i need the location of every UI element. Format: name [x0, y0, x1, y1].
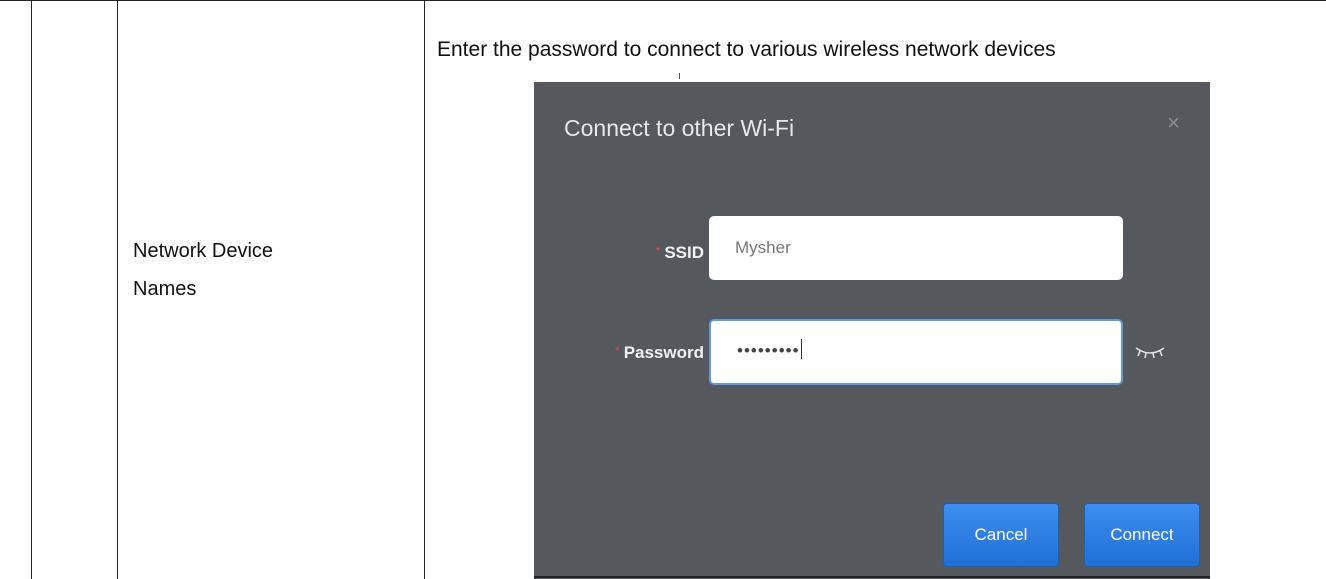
ssid-label: * SSID	[656, 243, 704, 263]
required-marker: *	[655, 244, 661, 258]
connect-button[interactable]: Connect	[1084, 503, 1200, 567]
required-marker: *	[615, 344, 620, 358]
text-caret	[800, 339, 802, 359]
eye-closed-icon[interactable]	[1134, 345, 1166, 361]
password-input[interactable]: •••••••••	[709, 319, 1123, 385]
password-label-text: Password	[623, 343, 704, 362]
stray-mark	[679, 73, 680, 79]
row-label-line: Names	[133, 278, 197, 300]
password-value: •••••••••	[737, 341, 800, 360]
ssid-input[interactable]: Mysher	[709, 216, 1123, 280]
row-label: Network Device Names	[133, 232, 273, 308]
table-column-divider	[117, 0, 118, 579]
row-label-line: Network Device	[133, 240, 274, 262]
ssid-label-text: SSID	[664, 243, 704, 262]
close-icon[interactable]: ×	[1167, 112, 1180, 134]
password-label: * Password	[615, 343, 704, 363]
image-bottom-border	[534, 576, 1210, 578]
table-top-border	[0, 0, 1326, 1]
cancel-button[interactable]: Cancel	[943, 503, 1059, 567]
table-column-divider	[424, 0, 425, 579]
table-column-divider	[31, 0, 32, 579]
wifi-connect-dialog: Connect to other Wi-Fi × * SSID Mysher * P…	[534, 82, 1210, 579]
row-description: Enter the password to connect to various…	[437, 38, 1056, 61]
dialog-title: Connect to other Wi-Fi	[564, 115, 795, 141]
